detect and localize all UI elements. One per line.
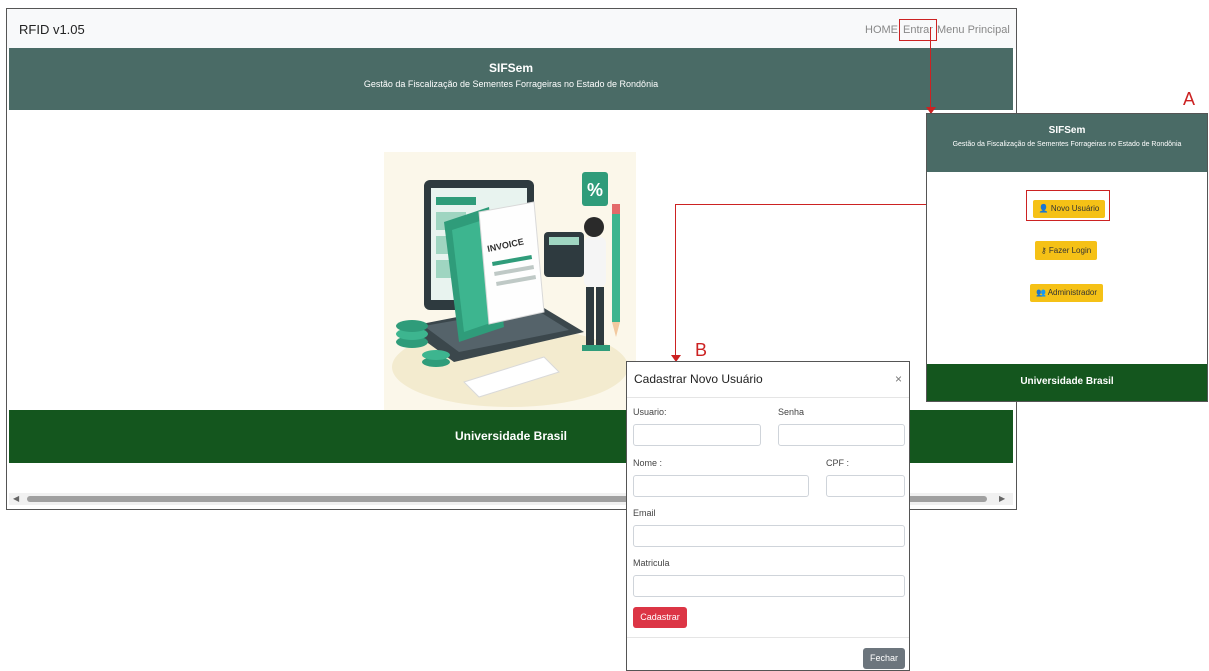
senha-input[interactable] — [778, 424, 905, 446]
novo-usuario-button[interactable]: 👤 Novo Usuário — [1033, 200, 1105, 218]
fazer-login-label: Fazer Login — [1048, 246, 1092, 255]
panel-a-subtitle: Gestão da Fiscalização de Sementes Forra… — [952, 141, 1182, 148]
invoice-illustration: INVOICE % — [384, 152, 636, 410]
annotation-label-a: A — [1183, 89, 1196, 109]
header-title: SIFSem — [488, 61, 533, 75]
usuario-label: Usuario: — [633, 407, 667, 417]
header-subtitle: Gestão da Fiscalização de Sementes Forra… — [363, 79, 659, 89]
key-icon: ⚷ — [1040, 246, 1047, 255]
nome-label: Nome : — [633, 458, 663, 468]
scroll-left-arrow-icon[interactable]: ◀ — [13, 493, 19, 505]
panel-a-entrar-menu: SIFSem Gestão da Fiscalização de Semente… — [926, 113, 1208, 402]
novo-usuario-label: Novo Usuário — [1050, 204, 1100, 213]
cadastrar-usuario-modal: Cadastrar Novo Usuário × Usuario: Senha … — [626, 361, 910, 671]
brand-title: RFID v1.05 — [19, 22, 85, 37]
senha-label: Senha — [778, 407, 805, 417]
fechar-button[interactable]: Fechar — [863, 648, 905, 669]
cpf-input[interactable] — [826, 475, 905, 497]
cpf-label: CPF : — [826, 458, 850, 468]
panel-a-footer-text: Universidade Brasil — [1020, 376, 1114, 387]
panel-a-title: SIFSem — [1048, 125, 1086, 136]
modal-title: Cadastrar Novo Usuário — [634, 372, 763, 386]
annotation-label-b: B — [695, 340, 708, 360]
nav-home-link[interactable]: HOME — [865, 24, 898, 36]
panel-a-header: SIFSem Gestão da Fiscalização de Semente… — [927, 114, 1207, 172]
invoice-illustration-icon: INVOICE % — [392, 172, 628, 407]
administrador-button[interactable]: 👥 Administrador — [1030, 284, 1103, 302]
user-plus-icon: 👤 — [1038, 204, 1049, 213]
percent-text: % — [587, 180, 603, 200]
cadastrar-button[interactable]: Cadastrar — [633, 607, 687, 628]
fazer-login-button[interactable]: ⚷ Fazer Login — [1035, 241, 1097, 260]
panel-a-footer: Universidade Brasil — [927, 364, 1207, 401]
connector-line-entrar-to-a — [930, 27, 931, 113]
header-banner: SIFSem Gestão da Fiscalização de Semente… — [9, 48, 1013, 110]
navbar: RFID v1.05 HOME Entrar Menu Principal — [7, 9, 1016, 49]
close-icon[interactable]: × — [895, 372, 902, 386]
nav-menu-principal-link[interactable]: Menu Principal — [937, 24, 1010, 36]
modal-footer-divider — [627, 637, 909, 638]
usuario-input[interactable] — [633, 424, 761, 446]
matricula-input[interactable] — [633, 575, 905, 597]
nome-input[interactable] — [633, 475, 809, 497]
nav-entrar-link[interactable]: Entrar — [899, 19, 937, 41]
scroll-right-arrow-icon[interactable]: ▶ — [999, 493, 1005, 505]
connector-line-novo-vertical — [675, 204, 676, 357]
email-label: Email — [633, 508, 656, 518]
users-icon: 👥 — [1035, 288, 1046, 297]
matricula-label: Matricula — [633, 558, 670, 568]
email-input[interactable] — [633, 525, 905, 547]
modal-header-divider — [627, 397, 909, 398]
administrador-label: Administrador — [1047, 288, 1098, 297]
